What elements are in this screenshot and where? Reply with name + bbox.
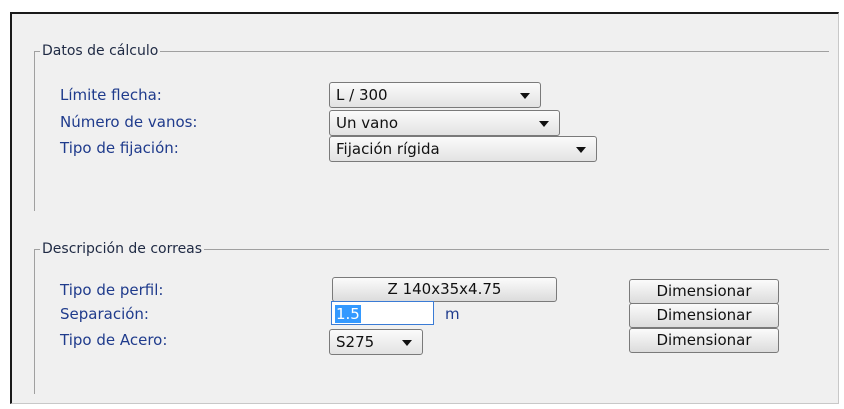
calc-data-title: Datos de cálculo: [40, 42, 161, 60]
profile-type-button[interactable]: Z 140x35x4.75: [332, 277, 557, 302]
purlin-description-title: Descripción de correas: [40, 240, 205, 258]
span-count-label: Número de vanos:: [60, 113, 198, 131]
fixing-type-label: Tipo de fijación:: [60, 139, 179, 157]
dimension-steel-button[interactable]: Dimensionar: [629, 328, 779, 353]
dialog-panel: Datos de cálculo Límite flecha: L / 300 …: [10, 12, 839, 404]
deflection-limit-select[interactable]: L / 300: [329, 82, 541, 108]
chevron-down-icon: [520, 93, 530, 99]
chevron-down-icon: [576, 147, 586, 153]
dimension-spacing-button[interactable]: Dimensionar: [629, 303, 779, 328]
steel-type-label: Tipo de Acero:: [60, 331, 168, 349]
profile-type-label: Tipo de perfil:: [60, 281, 164, 299]
deflection-limit-label: Límite flecha:: [60, 86, 162, 104]
spacing-value: 1.5: [335, 305, 361, 323]
deflection-limit-value: L / 300: [336, 86, 388, 104]
dimension-profile-button[interactable]: Dimensionar: [629, 279, 779, 304]
spacing-unit: m: [445, 305, 460, 323]
steel-type-select[interactable]: S275: [329, 329, 423, 355]
chevron-down-icon: [539, 121, 549, 127]
spacing-input[interactable]: 1.5: [331, 301, 434, 325]
fixing-type-select[interactable]: Fijación rígida: [329, 136, 597, 162]
spacing-label: Separación:: [60, 305, 149, 323]
span-count-value: Un vano: [336, 114, 399, 132]
span-count-select[interactable]: Un vano: [329, 110, 560, 136]
steel-type-value: S275: [336, 333, 375, 351]
chevron-down-icon: [402, 340, 412, 346]
fixing-type-value: Fijación rígida: [336, 140, 440, 158]
